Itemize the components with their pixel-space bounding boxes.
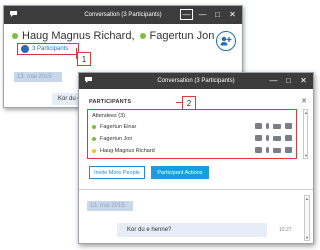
- video-icon[interactable]: [273, 147, 281, 153]
- date-label: 13. mai 2015: [87, 201, 133, 211]
- scroll-up-icon[interactable]: ▲: [304, 110, 308, 115]
- more-icon[interactable]: [285, 123, 292, 129]
- video-icon[interactable]: [273, 135, 281, 141]
- participant-names: Haug Magnus Richard, Fagertun Jon: [12, 30, 214, 42]
- highlight-box-1: [17, 43, 79, 55]
- callout-2: 2: [182, 96, 196, 110]
- maximize-button[interactable]: □: [283, 75, 294, 86]
- title-bar[interactable]: Conversation (3 Participants) — — □ ✕: [4, 6, 242, 24]
- callout-1: 1: [77, 52, 91, 66]
- minimize-button[interactable]: —: [268, 75, 279, 86]
- chat-icon[interactable]: [255, 147, 262, 153]
- presence-available-icon: [12, 33, 18, 39]
- close-button[interactable]: ✕: [227, 9, 238, 20]
- microphone-icon[interactable]: [266, 135, 269, 141]
- participant-name-2: Fagertun Jon: [149, 30, 215, 42]
- date-label: 13. mai 2015: [14, 72, 62, 82]
- chat-icon[interactable]: [255, 123, 262, 129]
- presence-available-icon: [92, 125, 96, 129]
- title-bar[interactable]: Conversation (3 Participants) — □ ✕: [79, 73, 313, 89]
- participant-actions-button[interactable]: Participant Actions: [151, 166, 209, 179]
- presence-available-icon: [92, 137, 96, 141]
- attendee-name: Fagertun Jon: [100, 136, 133, 142]
- invite-more-people-button[interactable]: Invite More People: [89, 166, 145, 179]
- conversation-scrollbar[interactable]: ▲ ▼: [304, 195, 310, 241]
- microphone-icon[interactable]: [266, 147, 269, 153]
- microphone-icon[interactable]: [266, 123, 269, 129]
- conversation-window-foreground: Conversation (3 Participants) — □ ✕ PART…: [78, 72, 314, 244]
- presence-away-icon: [92, 149, 96, 153]
- more-icon[interactable]: [285, 147, 292, 153]
- attendee-name: Fagertun Einar: [100, 124, 137, 130]
- scroll-up-icon[interactable]: ▲: [305, 196, 309, 201]
- attendees-list: Attendees (3) Fagertun Einar Fagertun Jo…: [87, 109, 297, 159]
- minimize-button[interactable]: —: [197, 9, 208, 20]
- attendee-row[interactable]: Fagertun Einar: [92, 122, 292, 132]
- add-person-icon[interactable]: [216, 31, 236, 51]
- more-icon[interactable]: [285, 135, 292, 141]
- scroll-down-icon[interactable]: ▼: [305, 235, 309, 240]
- maximize-button[interactable]: □: [212, 9, 223, 20]
- attendee-name: Haug Magnus Richard: [100, 148, 155, 154]
- attendee-row[interactable]: Fagertun Jon: [92, 134, 292, 144]
- pop-out-button[interactable]: —: [180, 9, 193, 20]
- attendees-scrollbar[interactable]: ▲ ▼: [303, 109, 308, 159]
- scroll-down-icon[interactable]: ▼: [304, 153, 308, 158]
- divider: [79, 189, 313, 190]
- video-icon[interactable]: [273, 123, 281, 129]
- chat-icon[interactable]: [255, 135, 262, 141]
- close-button[interactable]: ✕: [298, 75, 309, 86]
- attendees-header: Attendees (3): [92, 113, 126, 119]
- message-bubble: Kor du e henne?: [117, 223, 267, 237]
- close-panel-icon[interactable]: ✕: [301, 97, 307, 105]
- presence-available-icon: [139, 33, 146, 39]
- participant-name-1: Haug Magnus Richard,: [22, 30, 135, 42]
- message-time: 10:27: [279, 227, 292, 233]
- attendee-row[interactable]: Haug Magnus Richard: [92, 146, 292, 156]
- participants-section-title: PARTICIPANTS: [89, 99, 132, 105]
